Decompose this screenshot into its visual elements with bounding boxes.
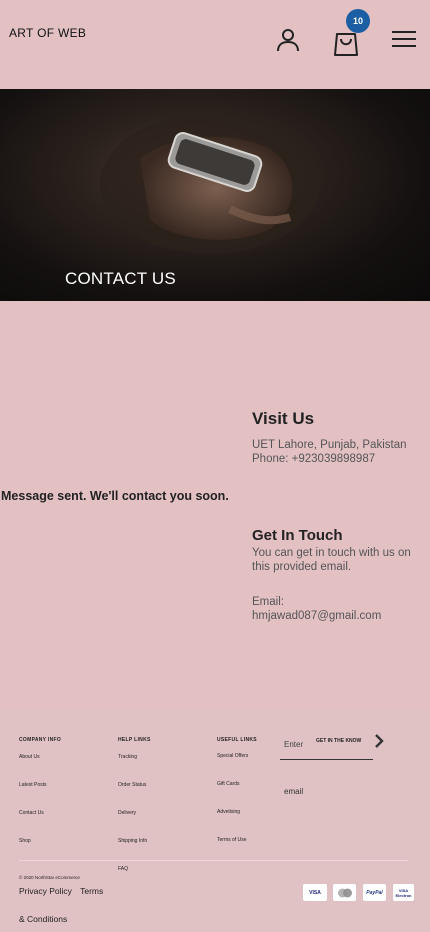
footer-link-tracking[interactable]: Tracking bbox=[118, 754, 208, 782]
cart-count-badge: 10 bbox=[346, 9, 370, 33]
email-address[interactable]: hmjawad087@gmail.com bbox=[252, 609, 422, 623]
address-text: UET Lahore, Punjab, Pakistan bbox=[252, 439, 407, 451]
footer-link-about-us[interactable]: About Us bbox=[19, 754, 109, 782]
footer-link-contact-us[interactable]: Contact Us bbox=[19, 810, 109, 838]
paypal-icon: PayPal bbox=[363, 884, 386, 901]
site-header: ART OF WEB 10 bbox=[0, 0, 430, 89]
page-title: CONTACT US bbox=[65, 269, 176, 288]
visa-electron-icon: VISA Electron bbox=[393, 884, 414, 901]
get-in-touch-text: You can get in touch with us on this pro… bbox=[252, 547, 411, 573]
get-in-touch-heading: Get In Touch bbox=[252, 527, 343, 544]
company-info-heading: COMPANY INFO bbox=[19, 737, 62, 743]
hero-banner: CONTACT US bbox=[0, 89, 430, 301]
footer-link-order-status[interactable]: Order Status bbox=[118, 782, 208, 810]
brand-logo[interactable]: ART OF WEB bbox=[9, 26, 86, 40]
company-info-column: COMPANY INFO About Us Latest Posts Conta… bbox=[19, 737, 109, 866]
footer-link-shipping-info[interactable]: Shipping Info bbox=[118, 838, 208, 866]
footer-link-shop[interactable]: Shop bbox=[19, 838, 109, 866]
copyright-text: © 2020 NorthStar eCommerce bbox=[19, 875, 80, 880]
user-icon[interactable] bbox=[275, 26, 301, 52]
help-links-heading: HELP LINKS bbox=[118, 737, 151, 743]
newsletter-email-label: email bbox=[284, 787, 304, 796]
visit-us-heading: Visit Us bbox=[252, 409, 315, 428]
visit-us-block: Visit Us UET Lahore, Punjab, Pakistan Ph… bbox=[252, 409, 422, 466]
visa-electron-bottom: Electron bbox=[395, 892, 412, 898]
phone-text: Phone: +923039898987 bbox=[252, 453, 376, 465]
privacy-policy-link[interactable]: Privacy Policy bbox=[19, 886, 72, 896]
legal-links: Privacy Policy Terms bbox=[19, 886, 109, 896]
conditions-link[interactable]: & Conditions bbox=[19, 914, 67, 924]
newsletter-placeholder: Enter bbox=[284, 740, 304, 749]
footer-divider bbox=[19, 860, 408, 861]
get-in-touch-block: Get In Touch You can get in touch with u… bbox=[252, 527, 422, 623]
newsletter-input[interactable]: Enter GET IN THE KNOW bbox=[280, 732, 373, 760]
footer-link-latest-posts[interactable]: Latest Posts bbox=[19, 782, 109, 810]
email-label: Email: bbox=[252, 596, 284, 608]
footer-link-delivery[interactable]: Delivery bbox=[118, 810, 208, 838]
site-footer: COMPANY INFO About Us Latest Posts Conta… bbox=[0, 710, 430, 932]
help-links-column: HELP LINKS Tracking Order Status Deliver… bbox=[118, 737, 208, 894]
terms-link[interactable]: Terms bbox=[80, 886, 103, 896]
footer-link-advertising[interactable]: Advetising bbox=[217, 809, 307, 837]
visa-card-icon: VISA bbox=[303, 884, 327, 901]
chevron-right-icon[interactable] bbox=[372, 733, 386, 749]
form-status-message: Message sent. We'll contact you soon. bbox=[1, 489, 229, 503]
hamburger-menu-icon[interactable] bbox=[392, 30, 416, 48]
newsletter-label: GET IN THE KNOW bbox=[316, 738, 362, 744]
footer-link-faq[interactable]: FAQ bbox=[118, 866, 208, 894]
mastercard-icon bbox=[333, 884, 356, 901]
